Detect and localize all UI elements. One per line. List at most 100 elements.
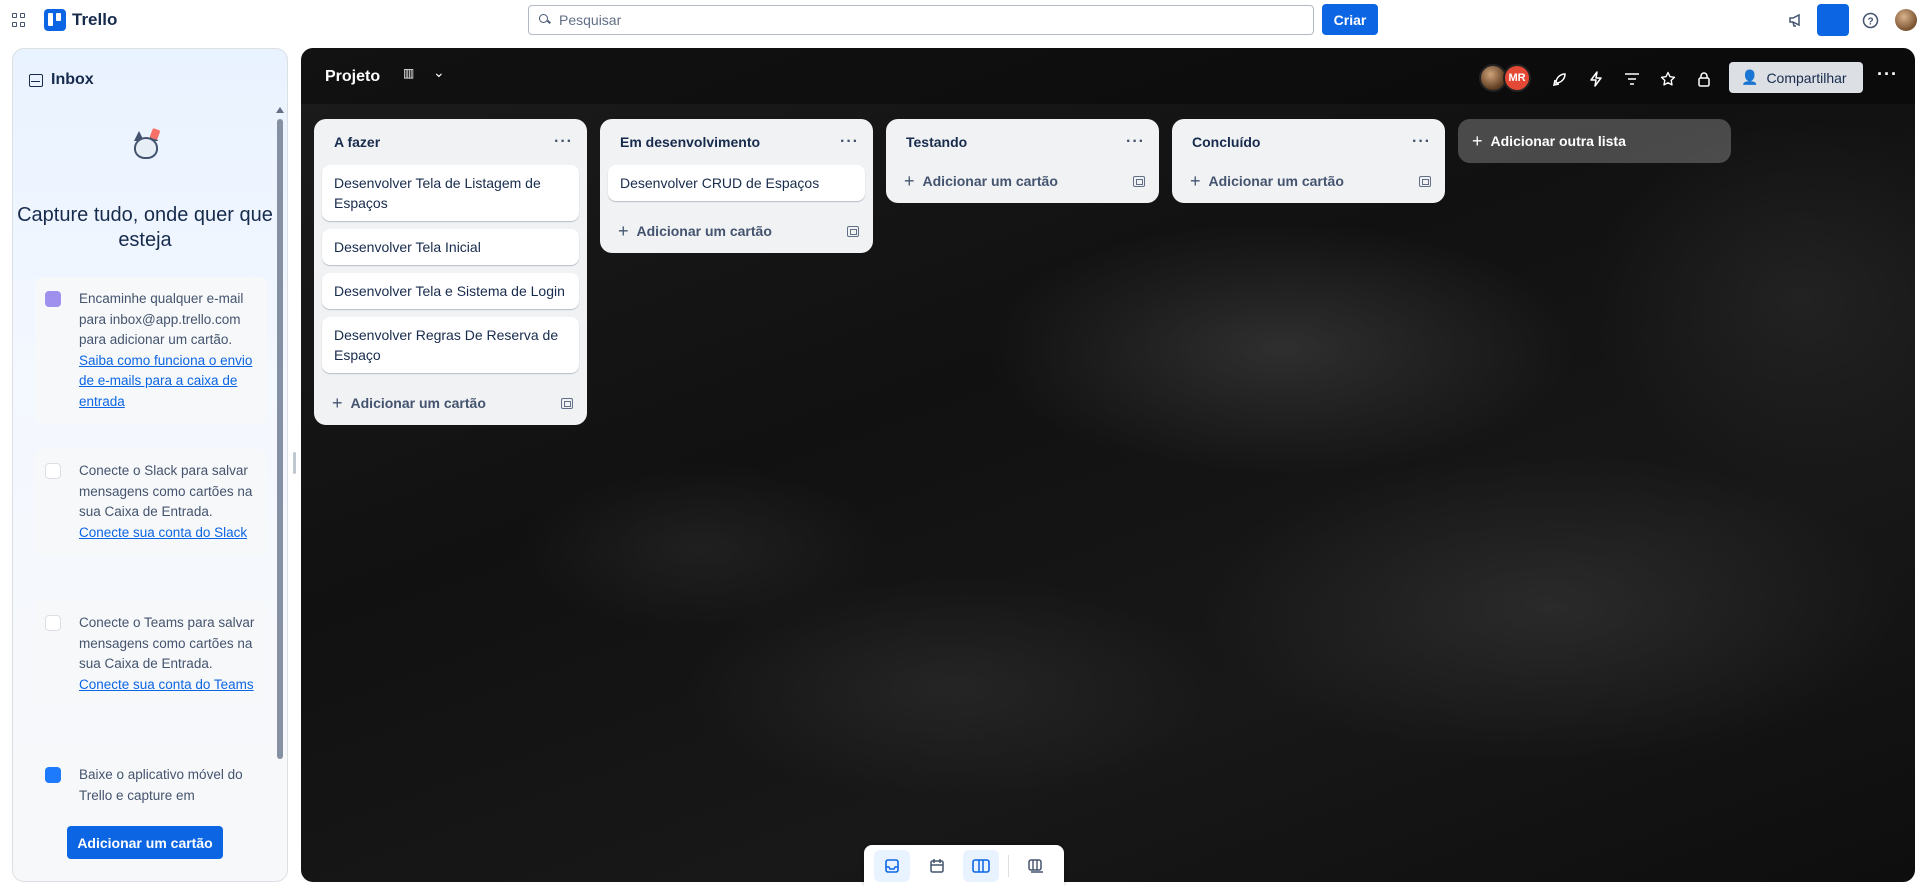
card-template-icon[interactable]: [847, 225, 859, 237]
list-header: A fazer ···: [314, 119, 587, 165]
filter-icon[interactable]: [1621, 68, 1643, 90]
plus-icon: +: [332, 392, 343, 413]
add-card-row: + Adicionar um cartão: [600, 209, 873, 253]
more-options-icon[interactable]: ···: [1877, 64, 1898, 85]
inbox-title: Inbox: [51, 71, 94, 88]
board-header: Projeto ▥ ⌄ MR 👤 Compartilhar ···: [301, 48, 1915, 104]
calendar-icon[interactable]: [919, 850, 955, 882]
inbox-add-card-button[interactable]: Adicionar um cartão: [67, 826, 223, 859]
list-a-fazer: A fazer ··· Desenvolver Tela de Listagem…: [314, 119, 587, 425]
add-card-button[interactable]: + Adicionar um cartão: [904, 171, 1058, 192]
app-switcher-icon[interactable]: [12, 13, 26, 27]
star-icon[interactable]: [1657, 68, 1679, 90]
add-card-button[interactable]: + Adicionar um cartão: [332, 393, 486, 414]
scroll-up-arrow-icon[interactable]: [276, 107, 284, 113]
inbox-tip-email: Encaminhe qualquer e-mail para inbox@app…: [35, 277, 267, 424]
board-title[interactable]: Projeto: [325, 68, 380, 86]
list-title[interactable]: A fazer: [334, 134, 380, 150]
trello-logo-icon: [44, 9, 66, 31]
inbox-header: Inbox: [29, 71, 94, 89]
divider: [1008, 854, 1010, 877]
app-name: Trello: [72, 10, 118, 29]
list-menu-icon[interactable]: ···: [1412, 133, 1431, 151]
inbox-view-icon[interactable]: [874, 849, 911, 882]
list-em-desenvolvimento: Em desenvolvimento ··· Desenvolver CRUD …: [600, 119, 873, 253]
add-person-icon: 👤: [1741, 69, 1759, 86]
list-header: Em desenvolvimento ···: [600, 119, 873, 165]
scrollbar-thumb[interactable]: [277, 119, 283, 759]
search-box[interactable]: [528, 5, 1314, 35]
rocket-icon[interactable]: [1549, 68, 1571, 90]
add-card-row: + Adicionar um cartão: [1172, 159, 1445, 203]
card[interactable]: Desenvolver Tela e Sistema de Login: [322, 273, 579, 309]
board-view-icon[interactable]: ▥: [403, 66, 415, 80]
add-list-button[interactable]: + Adicionar outra lista: [1458, 119, 1731, 163]
panel-resize-handle[interactable]: [293, 452, 296, 474]
tip-link-email[interactable]: Saiba como funciona o envio de e-mails p…: [79, 353, 252, 409]
card[interactable]: Desenvolver Tela Inicial: [322, 229, 579, 265]
notifications-bell-icon[interactable]: [1817, 4, 1849, 36]
tip-text: Conecte o Slack para salvar mensagens co…: [79, 463, 253, 519]
list-concluido: Concluído ··· + Adicionar um cartão: [1172, 119, 1445, 203]
add-card-row: + Adicionar um cartão: [886, 159, 1159, 203]
inbox-tip-teams: Conecte o Teams para salvar mensagens co…: [35, 601, 267, 707]
add-card-button[interactable]: + Adicionar um cartão: [1190, 171, 1344, 192]
list-title[interactable]: Testando: [906, 134, 967, 150]
list-menu-icon[interactable]: ···: [840, 133, 859, 151]
plus-icon: +: [1190, 170, 1201, 191]
card[interactable]: Desenvolver Tela de Listagem de Espaços: [322, 165, 579, 221]
add-card-label: Adicionar um cartão: [1208, 173, 1344, 189]
add-card-label: Adicionar um cartão: [636, 223, 772, 239]
board: Projeto ▥ ⌄ MR 👤 Compartilhar ··· A faze…: [301, 48, 1915, 882]
add-list-label: Adicionar outra lista: [1490, 133, 1626, 149]
plus-icon: +: [1472, 130, 1483, 151]
tip-text: Encaminhe qualquer e-mail para inbox@app…: [79, 291, 244, 347]
plus-icon: +: [618, 220, 629, 241]
list-title[interactable]: Em desenvolvimento: [620, 134, 760, 150]
inbox-scrollbar[interactable]: [276, 107, 284, 807]
share-button-label: Compartilhar: [1766, 69, 1847, 86]
trello-logo[interactable]: Trello: [44, 9, 117, 31]
chevron-down-icon[interactable]: ⌄: [433, 64, 445, 81]
card[interactable]: Desenvolver Regras De Reserva de Espaço: [322, 317, 579, 373]
mobile-icon: [45, 767, 61, 783]
search-icon: [539, 14, 551, 26]
inbox-panel: Inbox Capture tudo, onde quer que esteja…: [12, 48, 288, 882]
automation-bolt-icon[interactable]: [1585, 68, 1607, 90]
add-card-button[interactable]: + Adicionar um cartão: [618, 221, 772, 242]
list-menu-icon[interactable]: ···: [554, 133, 573, 151]
card-template-icon[interactable]: [1419, 175, 1431, 187]
tip-link-slack[interactable]: Conecte sua conta do Slack: [79, 525, 247, 540]
slack-icon: [45, 463, 61, 479]
email-icon: [45, 291, 61, 307]
add-card-label: Adicionar um cartão: [350, 395, 486, 411]
card[interactable]: Desenvolver CRUD de Espaços: [608, 165, 865, 201]
switch-board-icon[interactable]: [1018, 850, 1054, 882]
taco-mascot-icon: [129, 127, 163, 163]
create-button[interactable]: Criar: [1322, 4, 1378, 35]
teams-icon: [45, 615, 61, 631]
megaphone-icon[interactable]: [1786, 10, 1806, 30]
share-button[interactable]: 👤 Compartilhar: [1729, 62, 1863, 93]
list-testando: Testando ··· + Adicionar um cartão: [886, 119, 1159, 203]
board-columns-icon[interactable]: [963, 849, 1000, 882]
lock-icon[interactable]: [1693, 68, 1715, 90]
user-avatar[interactable]: [1895, 9, 1917, 31]
help-icon[interactable]: ?: [1860, 10, 1880, 30]
tip-text: Conecte o Teams para salvar mensagens co…: [79, 615, 255, 671]
inbox-icon: [29, 73, 43, 87]
inbox-tip-slack: Conecte o Slack para salvar mensagens co…: [35, 449, 267, 555]
top-navigation-bar: Trello Criar ?: [0, 0, 1921, 40]
card-template-icon[interactable]: [1133, 175, 1145, 187]
add-card-label: Adicionar um cartão: [922, 173, 1058, 189]
search-input[interactable]: [559, 12, 1299, 28]
tip-text: Baixe o aplicativo móvel do Trello e cap…: [79, 767, 243, 803]
view-switcher-bar: [864, 845, 1064, 886]
member-avatar-initials[interactable]: MR: [1503, 64, 1531, 92]
card-template-icon[interactable]: [561, 397, 573, 409]
inbox-heading: Capture tudo, onde quer que esteja: [17, 204, 273, 251]
list-title[interactable]: Concluído: [1192, 134, 1260, 150]
list-menu-icon[interactable]: ···: [1126, 133, 1145, 151]
tip-link-teams[interactable]: Conecte sua conta do Teams: [79, 677, 254, 692]
svg-text:?: ?: [1867, 16, 1873, 27]
